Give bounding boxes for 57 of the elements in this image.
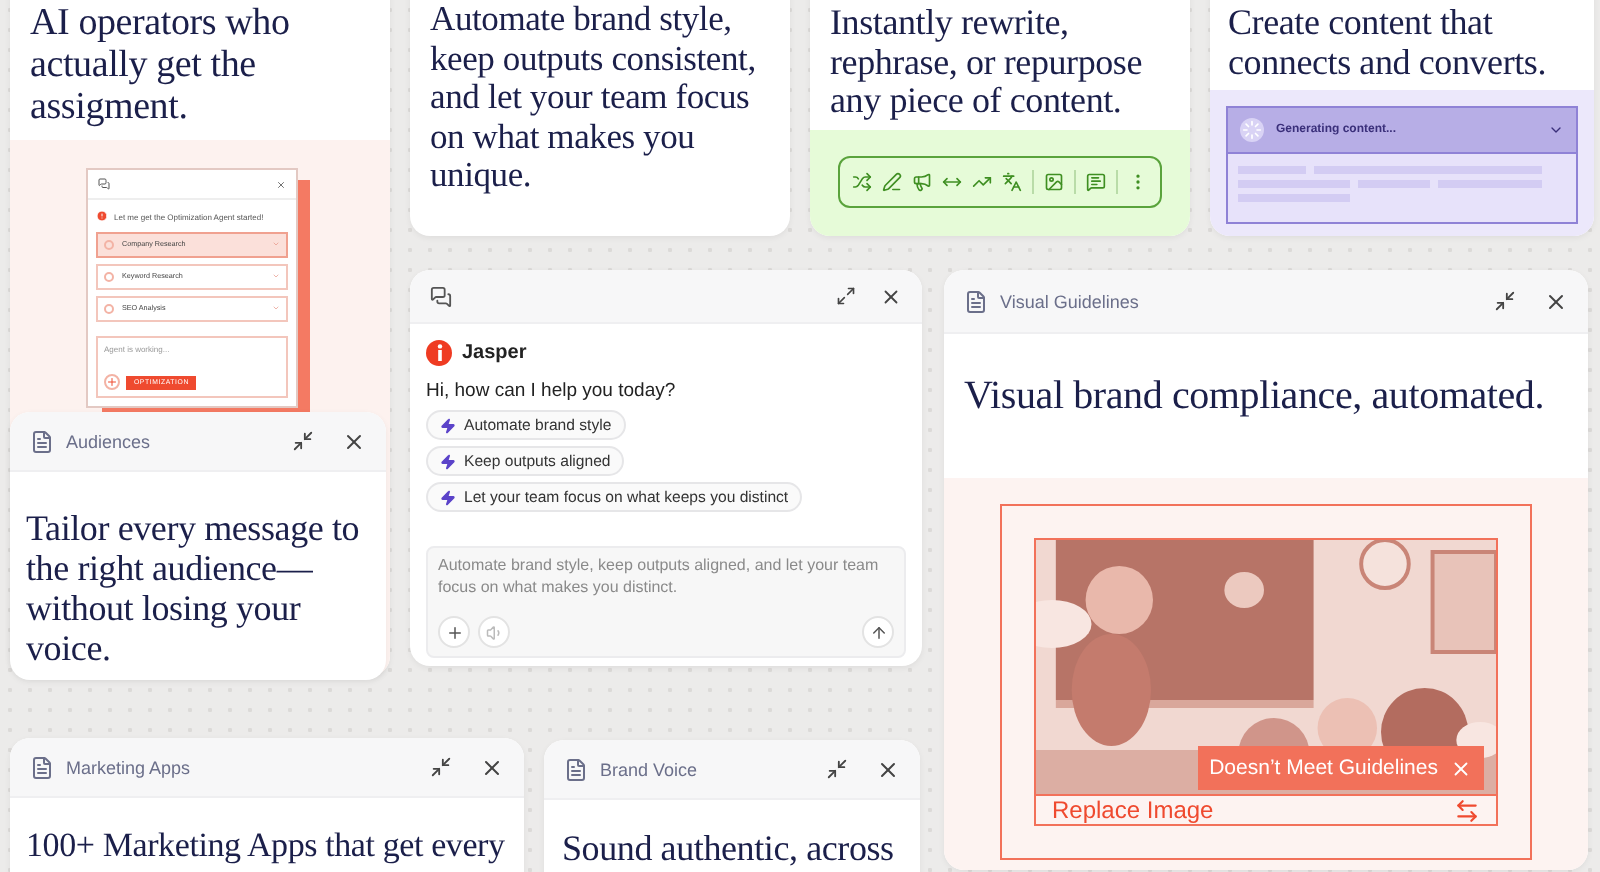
step-icon — [104, 303, 114, 313]
close-button[interactable] — [342, 429, 366, 453]
card-headline: Sound authentic, across — [560, 826, 896, 868]
warning-text: Doesn’t Meet Guidelines — [1209, 756, 1438, 780]
shuffle-icon[interactable] — [852, 172, 872, 193]
collapse-button[interactable] — [826, 758, 848, 780]
close-button[interactable] — [876, 757, 900, 781]
pen-icon[interactable] — [882, 172, 902, 193]
add-button[interactable] — [438, 616, 470, 648]
message-field[interactable]: Automate brand style, keep outputs aligned, and let your team focus on what makes you distinct. — [438, 554, 894, 616]
close-button[interactable] — [880, 285, 902, 307]
lightning-icon — [440, 489, 456, 505]
trending-icon[interactable] — [972, 172, 992, 193]
collapse-button[interactable] — [1494, 290, 1516, 312]
card-headline: Visual brand compliance, automated. — [964, 374, 1547, 418]
arrow-up-icon — [869, 623, 887, 641]
collapse-button[interactable] — [430, 756, 452, 778]
step-icon — [104, 271, 114, 281]
assistant-name: Jasper — [462, 342, 527, 364]
close-button[interactable] — [480, 755, 504, 779]
alert-icon — [96, 210, 108, 222]
comment-icon[interactable] — [1086, 172, 1106, 193]
swap-icon — [1454, 797, 1480, 823]
lightning-icon — [440, 417, 456, 433]
message-field[interactable]: Automate brand style, keep outputs aligned, and let your team focus on what makes you distinct. — [426, 546, 906, 658]
send-button[interactable] — [862, 616, 894, 648]
megaphone-icon[interactable] — [912, 172, 932, 193]
close-button[interactable] — [1544, 289, 1568, 313]
step-icon — [104, 239, 114, 249]
card-headline: Create content that connects and converts. — [1226, 0, 1549, 85]
chevron-icon[interactable] — [1548, 122, 1564, 138]
window-title: Visual Guidelines — [1000, 291, 1141, 311]
card-headline: Instantly rewrite, rephrase, or repurpose any piece of content. — [828, 0, 1145, 124]
window-title: Marketing Apps — [66, 757, 193, 777]
speaker-icon — [485, 623, 503, 641]
chat-icon — [430, 285, 452, 307]
expand-button[interactable] — [836, 286, 856, 306]
lightning-icon — [440, 453, 456, 469]
assistant-logo — [426, 340, 452, 366]
document-icon — [564, 757, 588, 781]
assistant-message: Hi, how can I help you today? — [426, 380, 678, 402]
collapse-button[interactable] — [292, 430, 314, 452]
chat-icon — [98, 178, 110, 190]
plus-icon — [445, 623, 463, 641]
image-icon[interactable] — [1044, 172, 1064, 193]
card-headline: AI operators who actually get the assigment. — [28, 0, 292, 132]
card-headline: 100+ Marketing Apps that get every — [24, 824, 507, 866]
card-headline: Tailor every message to the right audience—without losing your voice. — [24, 506, 362, 668]
window-title: Brand Voice — [600, 759, 700, 779]
card-headline: Automate brand style, keep outputs consistent, and let your team focus on what makes you unique. — [428, 0, 758, 195]
translate-icon[interactable] — [1002, 172, 1022, 193]
document-icon — [964, 289, 988, 313]
spinner-icon — [1240, 118, 1264, 142]
document-icon — [30, 429, 54, 453]
dismiss-icon[interactable] — [1450, 757, 1472, 779]
document-icon — [30, 755, 54, 779]
window-title: Audiences — [66, 431, 153, 451]
